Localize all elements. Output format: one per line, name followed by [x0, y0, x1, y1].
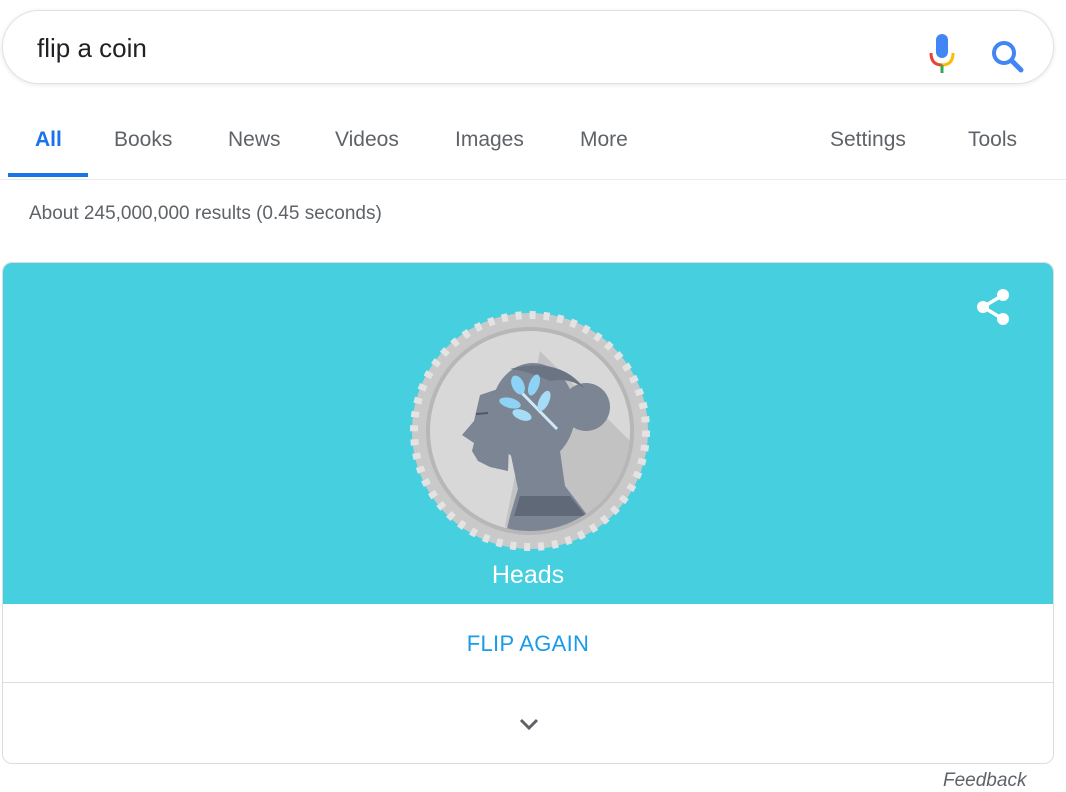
tab-books[interactable]: Books [114, 128, 172, 152]
search-tabs: All Books News Videos Images More Settin… [0, 100, 1066, 180]
coin-heads-icon [410, 311, 650, 551]
coin-flip-card: Heads FLIP AGAIN [2, 262, 1054, 764]
flip-again-row: FLIP AGAIN [3, 604, 1053, 683]
search-icon[interactable] [989, 38, 1027, 76]
tab-all[interactable]: All [35, 128, 62, 152]
feedback-link[interactable]: Feedback [943, 770, 1026, 792]
flip-again-button[interactable]: FLIP AGAIN [3, 631, 1053, 657]
tab-more[interactable]: More [580, 128, 628, 152]
result-stats: About 245,000,000 results (0.45 seconds) [29, 203, 382, 224]
tab-images[interactable]: Images [455, 128, 524, 152]
coin-display-area: Heads [3, 263, 1053, 604]
tab-videos[interactable]: Videos [335, 128, 399, 152]
tab-tools[interactable]: Tools [968, 128, 1017, 152]
active-tab-indicator [8, 173, 88, 177]
chevron-down-icon [519, 718, 539, 731]
search-box [2, 10, 1054, 84]
share-icon[interactable] [973, 287, 1013, 327]
tab-news[interactable]: News [228, 128, 281, 152]
expand-button[interactable] [3, 683, 1053, 763]
mic-icon[interactable] [924, 33, 960, 77]
search-input[interactable] [37, 29, 897, 67]
coin-result: Heads [491, 561, 565, 589]
tab-settings[interactable]: Settings [830, 128, 906, 152]
